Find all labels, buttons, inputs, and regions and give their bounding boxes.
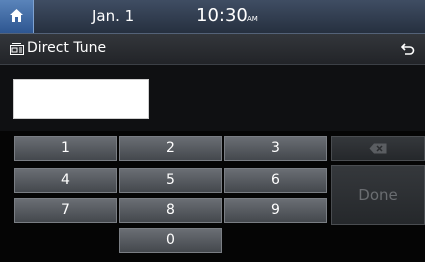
key-4[interactable]: 4 bbox=[14, 168, 117, 193]
title-bar: Direct Tune bbox=[0, 34, 425, 65]
key-3[interactable]: 3 bbox=[224, 136, 327, 161]
done-button[interactable]: Done bbox=[331, 165, 425, 225]
frequency-input[interactable] bbox=[13, 79, 149, 119]
time-label: 10:30 bbox=[196, 5, 248, 26]
back-arrow-icon bbox=[401, 43, 415, 55]
back-button[interactable] bbox=[389, 34, 425, 64]
key-1[interactable]: 1 bbox=[14, 136, 117, 161]
home-button[interactable] bbox=[0, 0, 34, 33]
frequency-display bbox=[0, 65, 425, 131]
key-0[interactable]: 0 bbox=[119, 228, 222, 253]
number-keypad: 1 2 3 4 5 6 7 8 9 0 Done bbox=[0, 131, 425, 262]
delete-button[interactable] bbox=[331, 136, 425, 161]
key-2[interactable]: 2 bbox=[119, 136, 222, 161]
radio-tune-icon bbox=[10, 43, 24, 55]
direct-tune-screen: Jan. 1 10:30 AM Direct Tune 1 2 3 4 5 6 bbox=[0, 0, 425, 262]
date-label: Jan. 1 bbox=[92, 7, 135, 25]
key-7[interactable]: 7 bbox=[14, 198, 117, 223]
home-icon bbox=[10, 9, 23, 22]
key-8[interactable]: 8 bbox=[119, 198, 222, 223]
key-9[interactable]: 9 bbox=[224, 198, 327, 223]
page-title: Direct Tune bbox=[27, 40, 107, 56]
backspace-icon bbox=[369, 143, 387, 154]
key-6[interactable]: 6 bbox=[224, 168, 327, 193]
status-bar: Jan. 1 10:30 AM bbox=[0, 0, 425, 34]
key-5[interactable]: 5 bbox=[119, 168, 222, 193]
ampm-label: AM bbox=[247, 15, 258, 23]
